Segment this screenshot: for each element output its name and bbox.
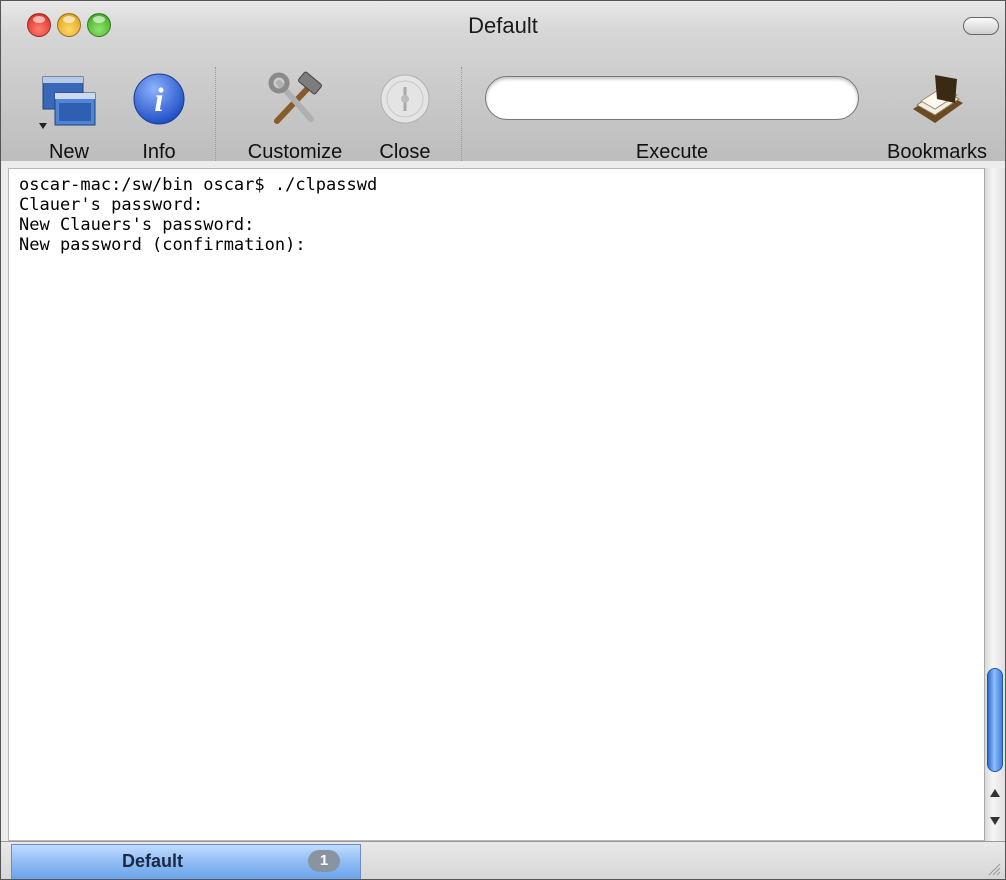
customize-label: Customize <box>247 141 343 163</box>
vertical-scrollbar[interactable] <box>984 168 1005 841</box>
terminal-output[interactable]: oscar-mac:/sw/bin oscar$ ./clpasswd Clau… <box>8 168 988 841</box>
bookmarks-icon <box>913 75 963 123</box>
new-button[interactable]: New <box>39 69 99 163</box>
info-button[interactable]: i Info <box>129 69 189 163</box>
tab-label: Default <box>122 851 184 871</box>
info-label: Info <box>142 141 176 163</box>
scroll-down-arrow-icon[interactable] <box>989 816 1001 826</box>
terminal-line: New Clauers's password: <box>19 215 255 235</box>
bookmarks-label: Bookmarks <box>886 141 988 163</box>
terminal-line: oscar-mac:/sw/bin oscar$ ./clpasswd <box>19 175 378 195</box>
new-window-icon <box>39 76 96 129</box>
terminal-window: Default New i Info Customize Close Execu… <box>0 0 1006 880</box>
bookmarks-button[interactable]: Bookmarks <box>887 69 987 163</box>
window-title: Default <box>468 13 538 38</box>
toolbar-separator <box>461 67 463 161</box>
info-icon: i <box>133 73 185 125</box>
toolbar-separator <box>215 67 217 161</box>
close-label: Close <box>379 141 431 163</box>
toolbar-toggle-button[interactable] <box>963 17 999 35</box>
scroll-thumb[interactable] <box>987 668 1003 772</box>
close-button[interactable]: Close <box>375 69 435 163</box>
svg-text:i: i <box>154 82 164 119</box>
resize-grip-icon[interactable] <box>987 862 1001 876</box>
terminal-line: Clauer's password: <box>19 195 204 215</box>
execute-input[interactable] <box>485 76 859 120</box>
customize-icon <box>268 71 322 124</box>
terminal-line: New password (confirmation): <box>19 235 306 255</box>
titlebar-toolbar: Default New i Info Customize Close Execu… <box>1 1 1005 163</box>
tab-default[interactable]: Default 1 <box>11 844 361 879</box>
tab-count-badge: 1 <box>308 850 340 872</box>
tab-bar: Default 1 <box>1 841 1005 879</box>
execute-label: Execute <box>635 141 709 163</box>
close-icon <box>380 74 430 124</box>
customize-button[interactable]: Customize <box>248 69 342 163</box>
scroll-up-arrow-icon[interactable] <box>989 788 1001 798</box>
